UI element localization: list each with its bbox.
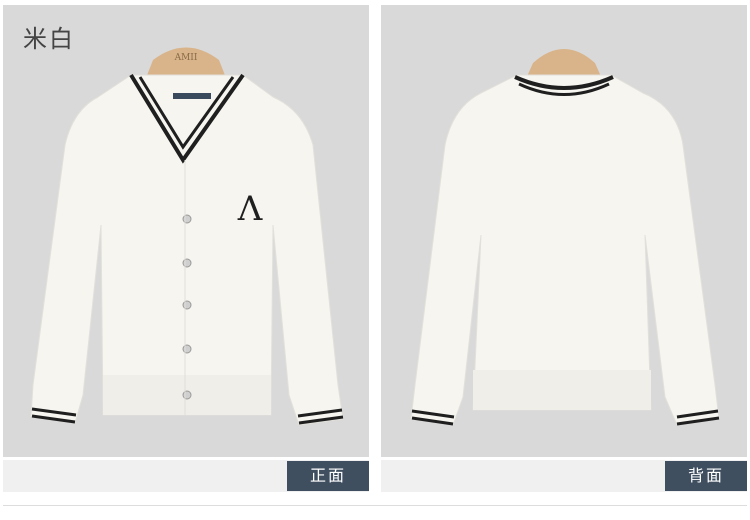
back-caption-bar: 背面: [381, 460, 747, 492]
hanger-brand: AMII: [174, 53, 198, 63]
back-view-panel: [381, 5, 747, 457]
front-view-label: 正面: [287, 461, 369, 491]
neck-label: [173, 93, 211, 99]
front-cardigan-image: AMII Λ: [30, 47, 344, 426]
rib-hem: [473, 370, 651, 410]
color-label: 米白: [23, 25, 75, 53]
logo-mark: Λ: [237, 189, 263, 229]
front-view-panel: AMII Λ 米白: [3, 5, 369, 457]
back-view-label: 背面: [665, 461, 747, 491]
divider: [3, 505, 747, 506]
back-cardigan-image: [410, 49, 720, 426]
front-caption-bar: 正面: [3, 460, 369, 492]
